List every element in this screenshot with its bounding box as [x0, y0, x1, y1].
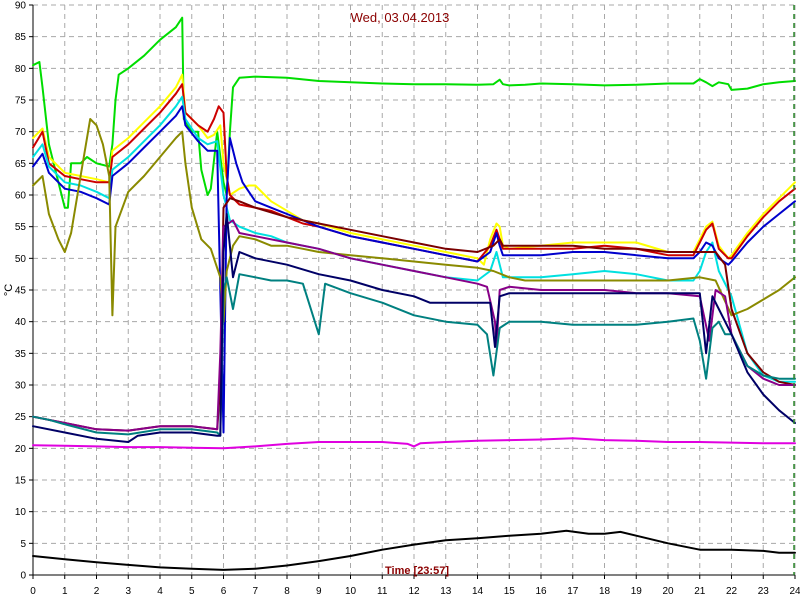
y-tick-label: 25 [15, 412, 27, 423]
y-tick-label: 50 [15, 254, 27, 265]
x-tick-label: 5 [189, 586, 195, 597]
y-tick-label: 70 [15, 127, 27, 138]
x-tick-label: 22 [726, 586, 738, 597]
x-tick-label: 10 [345, 586, 357, 597]
x-tick-label: 12 [408, 586, 420, 597]
x-tick-label: 9 [316, 586, 322, 597]
x-tick-label: 23 [758, 586, 770, 597]
y-tick-label: 55 [15, 222, 27, 233]
x-tick-label: 21 [694, 586, 706, 597]
y-tick-label: 75 [15, 96, 27, 107]
y-tick-label: 35 [15, 349, 27, 360]
y-tick-label: 60 [15, 191, 27, 202]
x-tick-label: 16 [535, 586, 547, 597]
x-tick-label: 13 [440, 586, 452, 597]
y-tick-label: 15 [15, 476, 27, 487]
x-tick-label: 17 [567, 586, 579, 597]
chart-title: Wed, 03.04.2013 [351, 10, 450, 25]
x-tick-label: 19 [631, 586, 643, 597]
line-chart: 0 1 2 3 4 5 6 7 8 9 10 11 12 13 14 15 16 17 18 19 20 21 22 23 24… [0, 0, 800, 600]
x-tick-label: 7 [252, 586, 258, 597]
x-tick-label: 24 [789, 586, 800, 597]
y-axis-label: °C [3, 284, 15, 296]
y-tick-label: 5 [20, 539, 26, 550]
x-tick-label: 14 [472, 586, 484, 597]
x-tick-label: 8 [284, 586, 290, 597]
chart-background [0, 0, 800, 600]
x-tick-label: 11 [377, 586, 388, 597]
y-tick-label: 85 [15, 32, 27, 43]
x-tick-label: 2 [94, 586, 100, 597]
x-tick-label: 1 [62, 586, 68, 597]
y-tick-label: 40 [15, 317, 27, 328]
y-tick-label: 30 [15, 381, 27, 392]
y-tick-label: 0 [20, 571, 26, 582]
x-tick-label: 15 [504, 586, 516, 597]
x-tick-label: 18 [599, 586, 611, 597]
x-axis-label: Time [23:57] [385, 565, 449, 577]
y-tick-label: 45 [15, 286, 27, 297]
y-tick-label: 90 [15, 1, 27, 12]
y-tick-label: 80 [15, 64, 27, 75]
x-tick-label: 3 [125, 586, 131, 597]
x-tick-label: 6 [221, 586, 227, 597]
y-tick-label: 20 [15, 444, 27, 455]
x-tick-label: 0 [30, 586, 36, 597]
y-tick-label: 10 [15, 507, 27, 518]
y-tick-label: 65 [15, 159, 27, 170]
x-tick-label: 20 [662, 586, 674, 597]
x-tick-label: 4 [157, 586, 163, 597]
